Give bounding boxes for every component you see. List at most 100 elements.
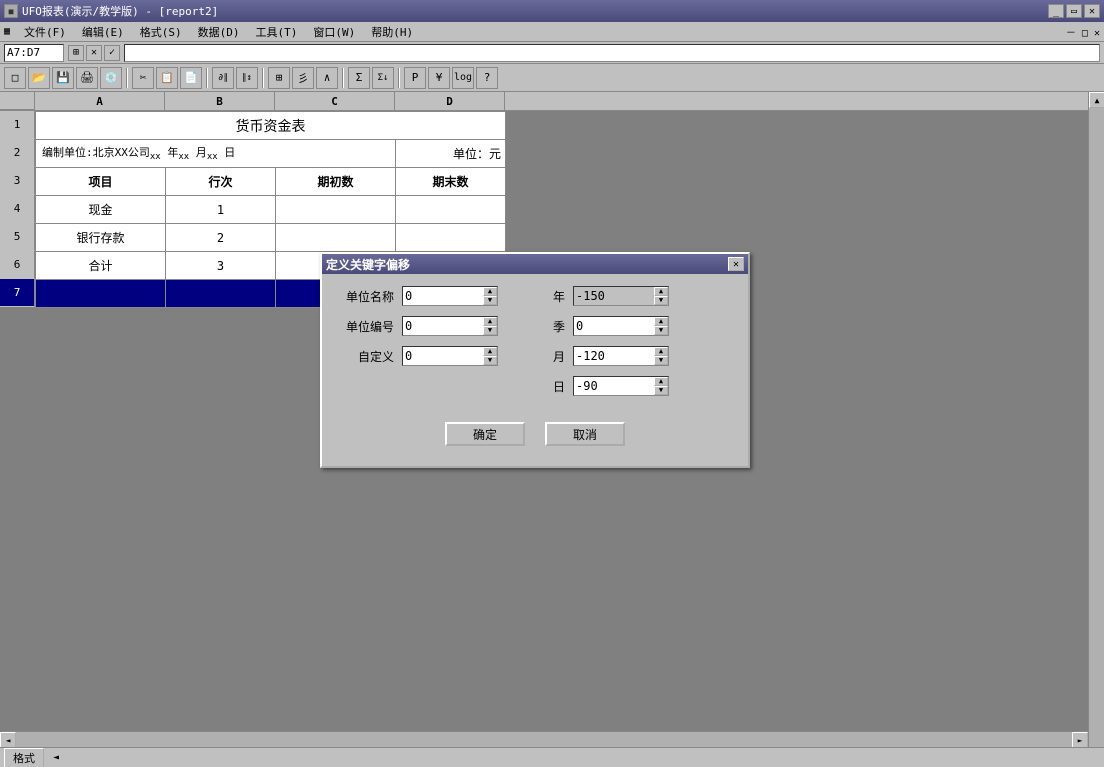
spin-down-quarter[interactable]: ▼ bbox=[654, 326, 668, 335]
menu-tools[interactable]: 工具(T) bbox=[252, 23, 302, 41]
formula-cancel-icon[interactable]: ✕ bbox=[86, 45, 102, 61]
confirm-button[interactable]: 确定 bbox=[445, 422, 525, 446]
minimize-button[interactable]: _ bbox=[1048, 4, 1064, 18]
label-quarter: 季 bbox=[545, 318, 565, 335]
cell-c3[interactable]: 期初数 bbox=[276, 168, 396, 196]
input-custom[interactable] bbox=[403, 347, 483, 365]
menu-help[interactable]: 帮助(H) bbox=[367, 23, 417, 41]
toolbar-redo[interactable]: ∥↕ bbox=[236, 67, 258, 89]
menu-file[interactable]: 文件(F) bbox=[20, 23, 70, 41]
spin-down-month[interactable]: ▼ bbox=[654, 356, 668, 365]
cell-a1[interactable]: 货币资金表 bbox=[36, 112, 506, 140]
toolbar-undo[interactable]: ∂∥ bbox=[212, 67, 234, 89]
menu-format[interactable]: 格式(S) bbox=[136, 23, 186, 41]
col-header-a: A bbox=[35, 92, 165, 110]
cell-a6[interactable]: 合计 bbox=[36, 252, 166, 280]
spin-up-custom[interactable]: ▲ bbox=[483, 347, 497, 356]
input-unit-code[interactable] bbox=[403, 317, 483, 335]
cell-d3[interactable]: 期末数 bbox=[396, 168, 506, 196]
toolbar-save[interactable]: 💾 bbox=[52, 67, 74, 89]
dialog-row-month: 月 ▲ ▼ bbox=[545, 346, 732, 366]
menu-window[interactable]: 窗口(W) bbox=[309, 23, 359, 41]
spin-up-day[interactable]: ▲ bbox=[654, 377, 668, 386]
title-bar-left: ■ UFO报表(演示/教学版) - [report2] bbox=[4, 3, 218, 19]
menu-data[interactable]: 数据(D) bbox=[194, 23, 244, 41]
spin-down-unit-code[interactable]: ▼ bbox=[483, 326, 497, 335]
cell-d5[interactable] bbox=[396, 224, 506, 252]
cell-a4[interactable]: 现金 bbox=[36, 196, 166, 224]
close-button[interactable]: ✕ bbox=[1084, 4, 1100, 18]
cell-b3[interactable]: 行次 bbox=[166, 168, 276, 196]
formula-icon-spreadsheet[interactable]: ⊞ bbox=[68, 45, 84, 61]
toolbar-currency[interactable]: ¥ bbox=[428, 67, 450, 89]
cell-b5[interactable]: 2 bbox=[166, 224, 276, 252]
spin-up-unit-code[interactable]: ▲ bbox=[483, 317, 497, 326]
toolbar-sum2[interactable]: Σ↓ bbox=[372, 67, 394, 89]
cell-a2[interactable]: 编制单位:北京XX公司xx 年xx 月xx 日 bbox=[36, 140, 396, 168]
scrollbar-track[interactable] bbox=[1089, 108, 1104, 751]
scroll-left-button[interactable]: ◄ bbox=[0, 732, 16, 748]
toolbar-cut[interactable]: ✂ bbox=[132, 67, 154, 89]
cell-d2[interactable]: 单位：元 bbox=[396, 140, 506, 168]
input-year[interactable] bbox=[574, 287, 654, 305]
spin-down-custom[interactable]: ▼ bbox=[483, 356, 497, 365]
toolbar-p[interactable]: P bbox=[404, 67, 426, 89]
toolbar-sort[interactable]: ∧ bbox=[316, 67, 338, 89]
dialog-title-bar: 定义关键字偏移 ✕ bbox=[322, 254, 748, 274]
spin-down-day[interactable]: ▼ bbox=[654, 386, 668, 395]
dialog-keyword-offset: 定义关键字偏移 ✕ 单位名称 ▲ ▼ bbox=[320, 252, 750, 468]
spinner-quarter: ▲ ▼ bbox=[654, 317, 668, 335]
cell-b4[interactable]: 1 bbox=[166, 196, 276, 224]
cell-c4[interactable] bbox=[276, 196, 396, 224]
spin-down-year[interactable]: ▼ bbox=[654, 296, 668, 305]
sheet-scroll-left[interactable]: ◄ bbox=[48, 750, 64, 766]
col-header-c: C bbox=[275, 92, 395, 110]
scroll-right-button[interactable]: ► bbox=[1072, 732, 1088, 748]
cell-d4[interactable] bbox=[396, 196, 506, 224]
cell-b6[interactable]: 3 bbox=[166, 252, 276, 280]
formula-confirm-icon[interactable]: ✓ bbox=[104, 45, 120, 61]
cell-a5[interactable]: 银行存款 bbox=[36, 224, 166, 252]
spinner-day: ▲ ▼ bbox=[654, 377, 668, 395]
corner-cell bbox=[0, 92, 35, 110]
horizontal-scrollbar-track[interactable] bbox=[16, 732, 1072, 747]
spin-up-month[interactable]: ▲ bbox=[654, 347, 668, 356]
formula-input[interactable] bbox=[124, 44, 1100, 62]
spin-up-year[interactable]: ▲ bbox=[654, 287, 668, 296]
maximize-button[interactable]: ▭ bbox=[1066, 4, 1082, 18]
cell-reference[interactable]: A7:D7 bbox=[4, 44, 64, 62]
toolbar-save2[interactable]: 💿 bbox=[100, 67, 122, 89]
status-tab-format[interactable]: 格式 bbox=[4, 748, 44, 767]
toolbar-log[interactable]: log bbox=[452, 67, 474, 89]
toolbar: □ 📂 💾 🖨 💿 ✂ 📋 📄 ∂∥ ∥↕ ⊞ 彡 ∧ Σ Σ↓ P ¥ log… bbox=[0, 64, 1104, 92]
dialog-close-button[interactable]: ✕ bbox=[728, 257, 744, 271]
toolbar-copy[interactable]: 📋 bbox=[156, 67, 178, 89]
toolbar-grid[interactable]: ⊞ bbox=[268, 67, 290, 89]
cell-b7[interactable] bbox=[166, 280, 276, 308]
toolbar-print[interactable]: 🖨 bbox=[76, 67, 98, 89]
menu-edit[interactable]: 编辑(E) bbox=[78, 23, 128, 41]
toolbar-paste[interactable]: 📄 bbox=[180, 67, 202, 89]
toolbar-help[interactable]: ? bbox=[476, 67, 498, 89]
dialog-row-quarter: 季 ▲ ▼ bbox=[545, 316, 732, 336]
toolbar-open[interactable]: 📂 bbox=[28, 67, 50, 89]
toolbar-sep2 bbox=[206, 68, 208, 88]
input-unit-name[interactable] bbox=[403, 287, 483, 305]
spin-down-unit-name[interactable]: ▼ bbox=[483, 296, 497, 305]
spin-up-unit-name[interactable]: ▲ bbox=[483, 287, 497, 296]
scroll-up-button[interactable]: ▲ bbox=[1089, 92, 1104, 108]
spinner-custom: ▲ ▼ bbox=[483, 347, 497, 365]
input-month[interactable] bbox=[574, 347, 654, 365]
input-day[interactable] bbox=[574, 377, 654, 395]
spin-up-quarter[interactable]: ▲ bbox=[654, 317, 668, 326]
cancel-button[interactable]: 取消 bbox=[545, 422, 625, 446]
toolbar-list[interactable]: 彡 bbox=[292, 67, 314, 89]
input-quarter[interactable] bbox=[574, 317, 654, 335]
cell-c5[interactable] bbox=[276, 224, 396, 252]
cell-a3[interactable]: 项目 bbox=[36, 168, 166, 196]
label-year: 年 bbox=[545, 288, 565, 305]
cell-a7[interactable] bbox=[36, 280, 166, 308]
toolbar-sum[interactable]: Σ bbox=[348, 67, 370, 89]
toolbar-new[interactable]: □ bbox=[4, 67, 26, 89]
dialog-title-text: 定义关键字偏移 bbox=[326, 256, 410, 273]
